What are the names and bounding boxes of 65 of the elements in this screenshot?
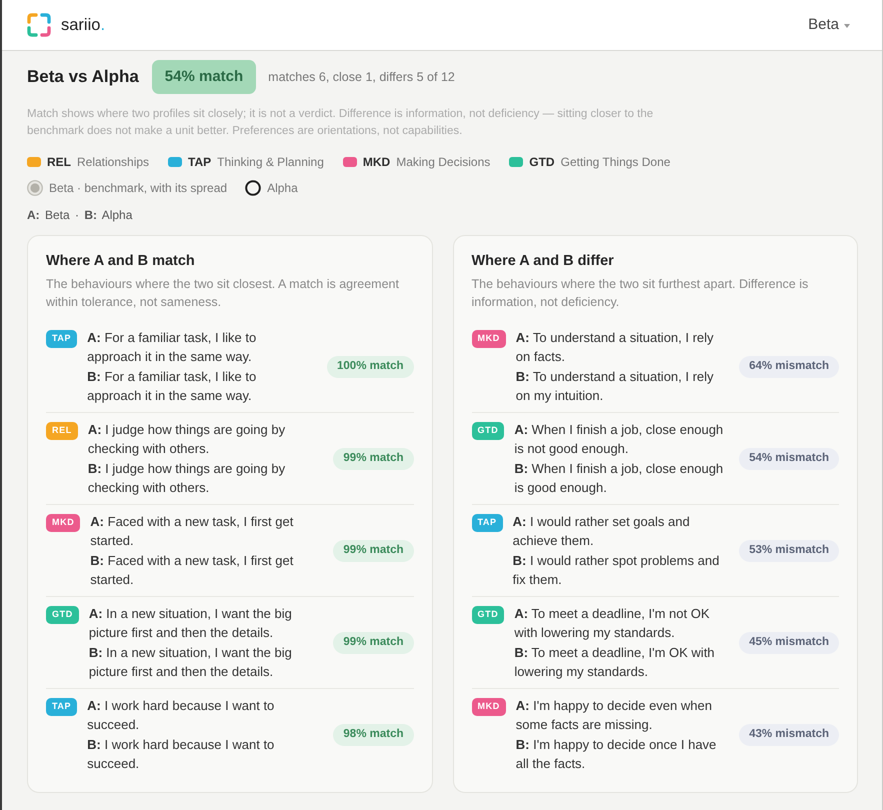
counts-text: matches 6, close 1, differs 5 of 12: [268, 68, 455, 86]
b-statement: B: To meet a deadline, I'm OK with lowering my standards.: [514, 644, 716, 681]
card-description: The behaviours where the two sit furthest apart. Difference is information, not deficiency.: [472, 276, 810, 311]
brand-name: sariio.: [61, 15, 106, 35]
card-title: Where A and B differ: [472, 252, 615, 271]
a-statement: A: I work hard because I want to succeed.: [87, 697, 276, 734]
b-statement: B: For a familiar task, I like to approach it in the same way.: [87, 368, 258, 405]
category-name: Getting Things Done: [560, 154, 670, 171]
score-pill: 99% match: [333, 448, 414, 470]
b-statement: B: I judge how things are going by checking with others.: [88, 460, 286, 497]
score-pill: 64% mismatch: [739, 356, 839, 378]
category-tag: REL: [46, 422, 78, 440]
category-tag: TAP: [46, 698, 78, 716]
disclaimer-text: Match shows where two profiles sit closely; it is not a verdict. Difference is information, not deficiency — sitting closer to the benchmark does not make a unit better. Preferences are orientations, not capabilities.: [27, 107, 654, 139]
a-statement: A: In a new situation, I want the big picture first and then the details.: [88, 605, 293, 642]
match-score-badge: 54% match: [152, 60, 256, 94]
card-description: The behaviours where the two sit closest. A match is agreement within tolerance, not sameness.: [46, 276, 400, 311]
category-name: Making Decisions: [396, 154, 490, 171]
category-tag: GTD: [472, 422, 504, 440]
score-pill: 99% match: [333, 632, 414, 654]
category-name: Thinking & Planning: [217, 154, 324, 171]
profile-key-text: A: Beta · B: Alpha: [27, 207, 134, 224]
b-statement: B: When I finish a job, close enough is good enough.: [514, 460, 724, 497]
category-name: Relationships: [77, 154, 150, 171]
a-statement: A: For a familiar task, I like to approach it in the same way.: [87, 329, 258, 366]
category-tag: GTD: [46, 606, 79, 624]
benchmark-marker-icon: [27, 180, 43, 196]
category-code: REL: [47, 154, 71, 171]
b-statement: B: To understand a situation, I rely on my intuition.: [516, 368, 715, 405]
marker-label: Alpha: [267, 180, 298, 197]
a-statement: A: I would rather set goals and achieve them.: [512, 513, 691, 550]
category-tag: MKD: [472, 698, 506, 716]
a-statement: A: I judge how things are going by checking with others.: [88, 421, 286, 458]
score-pill: 99% match: [333, 540, 414, 562]
a-statement: A: Faced with a new task, I first get started.: [90, 513, 294, 550]
profile-dropdown[interactable]: Beta: [808, 14, 850, 36]
b-statement: B: I would rather spot problems and fix them.: [512, 552, 720, 588]
category-code: TAP: [188, 154, 212, 171]
b-statement: B: I work hard because I want to succeed.: [87, 736, 276, 772]
category-tag: MKD: [472, 330, 506, 348]
category-tag: TAP: [46, 330, 78, 348]
b-statement: B: I'm happy to decide once I have all the facts.: [516, 736, 718, 772]
page-title: Beta vs Alpha: [27, 66, 139, 88]
logo-icon: [27, 13, 51, 37]
b-statement: B: In a new situation, I want the big picture first and then the details.: [88, 644, 293, 681]
category-tag: TAP: [472, 514, 503, 532]
score-pill: 43% mismatch: [739, 724, 839, 746]
score-pill: 45% mismatch: [739, 632, 839, 654]
profile-marker-icon: [245, 180, 262, 196]
category-tag: GTD: [472, 606, 504, 624]
score-pill: 53% mismatch: [739, 540, 839, 562]
category-tag: MKD: [46, 514, 80, 532]
caret-icon: [844, 24, 850, 28]
a-statement: A: I'm happy to decide even when some facts are missing.: [516, 697, 713, 734]
card-title: Where A and B match: [46, 252, 196, 271]
score-pill: 54% mismatch: [739, 448, 839, 470]
score-pill: 98% match: [333, 724, 414, 746]
category-code: GTD: [529, 154, 555, 171]
score-pill: 100% match: [327, 356, 414, 378]
category-code: MKD: [362, 154, 390, 171]
a-statement: A: When I finish a job, close enough is not good enough.: [514, 421, 724, 458]
a-statement: A: To meet a deadline, I'm not OK with lowering my standards.: [514, 605, 710, 642]
b-statement: B: Faced with a new task, I first get started.: [90, 552, 294, 588]
marker-label: Beta · benchmark, with its spread: [49, 180, 228, 197]
a-statement: A: To understand a situation, I rely on facts.: [516, 329, 715, 366]
